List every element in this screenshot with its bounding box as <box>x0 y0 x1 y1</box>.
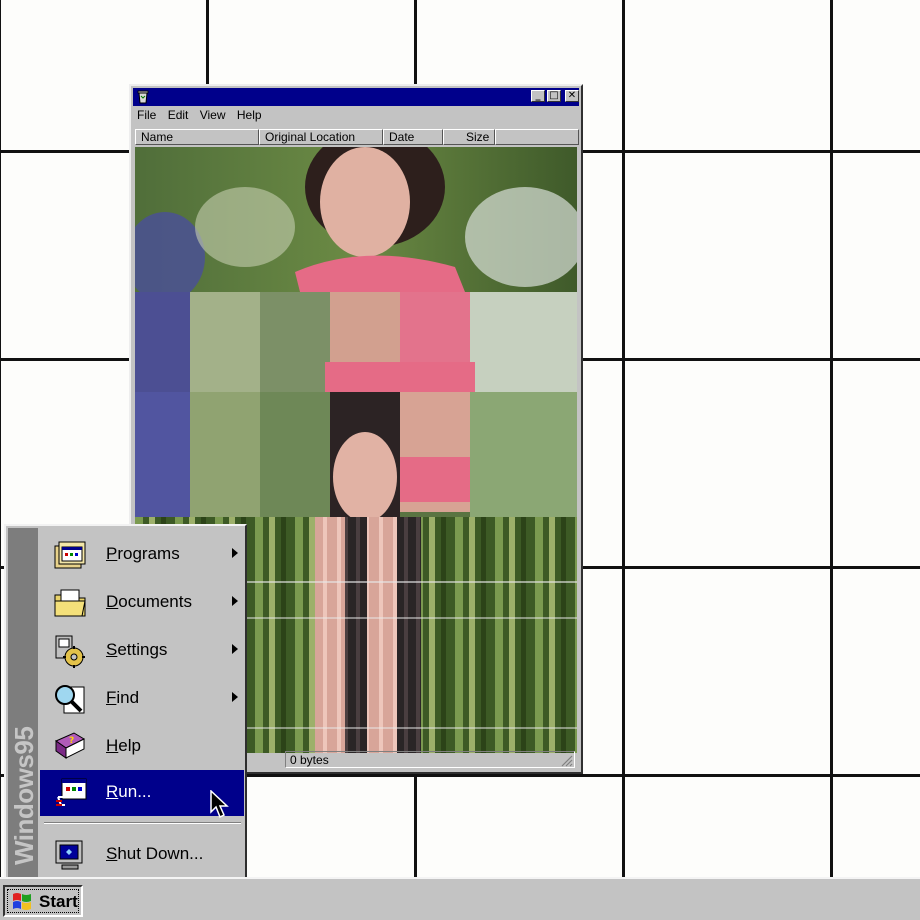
menu-help[interactable]: Help <box>237 108 262 122</box>
shutdown-computer-icon <box>55 840 83 870</box>
windows-logo-icon <box>13 893 31 910</box>
documents-folder-icon <box>54 589 86 617</box>
find-magnifier-icon <box>55 685 85 714</box>
start-menu-item-settings[interactable]: Settings <box>40 628 244 674</box>
help-book-icon: ? <box>54 732 86 759</box>
start-menu-label-help: Help <box>106 736 141 755</box>
chevron-right-icon <box>232 548 238 558</box>
status-size-text: 0 bytes <box>285 751 575 768</box>
start-menu-item-shut-down[interactable]: Shut Down... <box>40 832 244 878</box>
minimize-button[interactable]: _ <box>531 90 545 102</box>
windows95-banner-text: Windows95 <box>9 726 39 865</box>
start-menu-label-documents: Documents <box>106 592 192 611</box>
column-header-date[interactable]: Date <box>383 129 443 145</box>
run-icon <box>56 778 87 806</box>
resize-grip-icon[interactable] <box>561 755 573 767</box>
start-menu-label-shut-down: Shut Down... <box>106 844 204 863</box>
start-menu-item-find[interactable]: Find <box>40 676 244 722</box>
close-button[interactable]: ✕ <box>565 90 579 102</box>
chevron-right-icon <box>232 644 238 654</box>
taskbar: Start <box>0 877 920 920</box>
chevron-right-icon <box>232 596 238 606</box>
maximize-button[interactable]: □ <box>547 90 561 102</box>
start-button-label: Start <box>39 892 78 911</box>
start-menu-banner: Windows95 <box>8 528 39 877</box>
start-menu-label-settings: Settings <box>106 640 168 659</box>
start-menu-label-find: Find <box>106 688 140 707</box>
recycle-bin-icon <box>137 90 149 104</box>
start-menu-label-programs: Programs <box>106 544 180 563</box>
start-menu-label-run: Run... <box>106 782 152 801</box>
start-menu-item-help[interactable]: ? Help <box>40 724 244 770</box>
menu-edit[interactable]: Edit <box>168 108 189 122</box>
start-menu-item-programs[interactable]: Programs <box>40 532 244 578</box>
column-header-spacer <box>495 129 579 145</box>
start-menu: Windows95 Programs Documents Settings Fi… <box>4 524 247 881</box>
menu-file[interactable]: File <box>137 108 156 122</box>
chevron-right-icon <box>232 692 238 702</box>
start-menu-item-documents[interactable]: Documents <box>40 580 244 626</box>
column-header-name[interactable]: Name <box>135 129 259 145</box>
mouse-pointer-icon <box>210 790 229 819</box>
column-header-original-location[interactable]: Original Location <box>259 129 383 145</box>
start-menu-separator <box>44 822 241 824</box>
svg-text:?: ? <box>69 736 74 746</box>
settings-icon <box>55 635 85 668</box>
column-header-size[interactable]: Size <box>443 129 495 145</box>
column-headers: Name Original Location Date Size <box>135 129 579 147</box>
programs-icon <box>54 541 86 569</box>
title-bar[interactable]: _ □ ✕ <box>133 88 579 106</box>
menu-bar: File Edit View Help <box>137 108 270 126</box>
start-button[interactable]: Start <box>3 885 83 917</box>
menu-view[interactable]: View <box>200 108 226 122</box>
